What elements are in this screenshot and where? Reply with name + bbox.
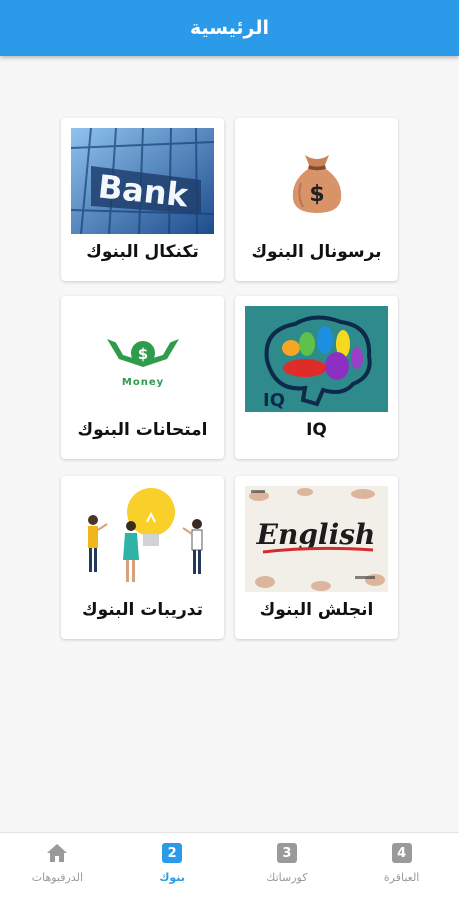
card-label: تدريبات البنوك <box>81 600 204 620</box>
card-label: انجلش البنوك <box>259 600 374 620</box>
money-bag-icon: $ <box>245 128 388 234</box>
nav-item-courses[interactable]: 3 كورساتك <box>237 833 337 901</box>
nav-item-interviews[interactable]: الدرفيوهات <box>7 833 107 901</box>
nav-label: بنوك <box>159 871 185 884</box>
svg-text:English: English <box>256 518 376 551</box>
nav-label: الدرفيوهات <box>31 871 83 884</box>
english-image: English <box>245 486 388 592</box>
nav-label: كورساتك <box>266 871 308 884</box>
svg-text:$: $ <box>137 345 147 363</box>
card-iq[interactable]: IQ IQ <box>235 296 398 459</box>
bank-building-image: Bank <box>71 128 214 234</box>
svg-text:Money: Money <box>121 377 163 388</box>
card-label: برسونال البنوك <box>251 242 382 262</box>
nav-item-geniuses[interactable]: 4 العباقرة <box>352 833 452 901</box>
card-label: IQ <box>306 420 327 440</box>
nav-label: العباقرة <box>383 871 420 884</box>
card-bank-training[interactable]: تدريبات البنوك <box>61 476 224 639</box>
brain-image: IQ <box>245 306 388 412</box>
card-english-banks[interactable]: English انجلش البنوك <box>235 476 398 639</box>
card-personal-banks[interactable]: $ برسونال البنوك <box>235 118 398 281</box>
nav-item-banks[interactable]: 2 بنوك <box>122 833 222 901</box>
home-icon <box>46 843 68 863</box>
number-4-icon: 4 <box>391 843 412 863</box>
card-label: امتحانات البنوك <box>77 420 208 440</box>
number-3-icon: 3 <box>276 843 297 863</box>
svg-text:IQ: IQ <box>263 390 285 411</box>
category-grid: $ برسونال البنوك Bank تكنكال البنوك IQ I… <box>0 0 459 830</box>
training-people-icon <box>71 486 214 592</box>
number-2-icon: 2 <box>162 843 183 863</box>
card-technical-banks[interactable]: Bank تكنكال البنوك <box>61 118 224 281</box>
money-logo-image: $ Money <box>71 306 214 412</box>
svg-text:$: $ <box>309 182 324 207</box>
bottom-navigation: 4 العباقرة 3 كورساتك 2 بنوك الدرفيوهات <box>0 832 459 901</box>
card-label: تكنكال البنوك <box>86 242 199 262</box>
card-bank-exams[interactable]: $ Money امتحانات البنوك <box>61 296 224 459</box>
